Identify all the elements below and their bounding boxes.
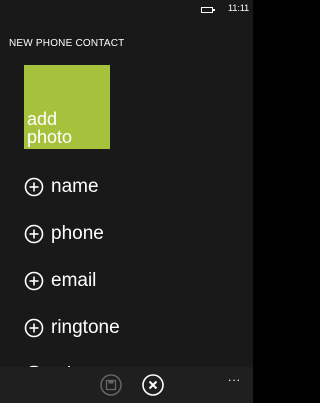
phone-screen: 11:11 NEW PHONE CONTACT add photo name p… [0,0,253,403]
add-name-field[interactable]: name [24,175,99,199]
add-circle-icon [24,318,44,338]
application-bar [0,367,253,403]
status-time: 11:11 [228,3,250,13]
status-bar: 11:11 [0,0,253,22]
field-label-email: email [51,270,97,291]
add-phone-field[interactable]: phone [24,222,104,246]
field-label-name: name [51,176,99,197]
cancel-icon[interactable] [142,374,164,396]
page-title: NEW PHONE CONTACT [9,38,125,49]
more-options-button[interactable]: ... [228,370,241,384]
add-circle-icon [24,177,44,197]
add-circle-icon [24,271,44,291]
add-photo-label-line2: photo [27,127,73,147]
add-email-field[interactable]: email [24,269,96,293]
add-ringtone-field[interactable]: ringtone [24,316,120,340]
add-circle-icon [24,224,44,244]
add-photo-tile[interactable]: add photo [24,65,110,149]
battery-icon [201,7,215,13]
field-label-ringtone: ringtone [51,317,120,338]
save-icon[interactable] [100,374,122,396]
add-photo-label-line1: add [27,109,58,129]
field-label-phone: phone [51,223,104,244]
